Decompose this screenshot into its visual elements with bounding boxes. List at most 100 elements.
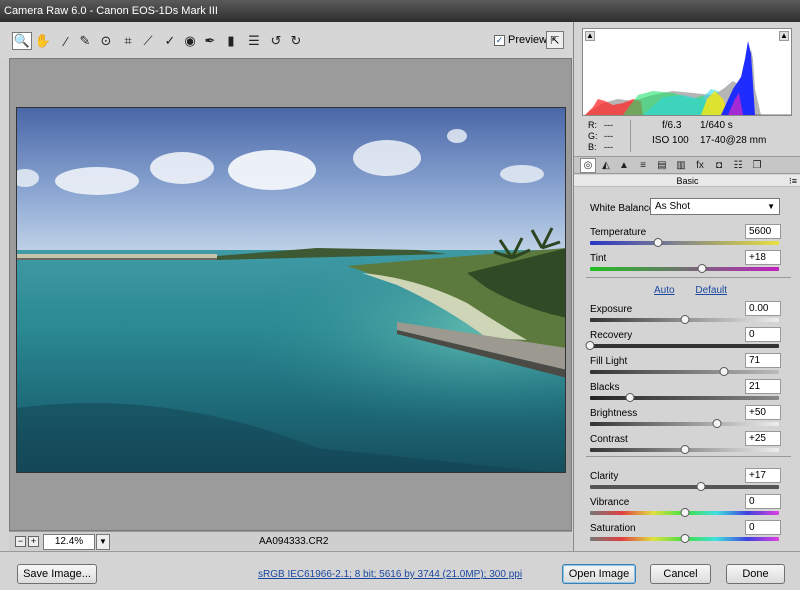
rotate-ccw-tool-icon[interactable]: ↺: [266, 32, 286, 50]
red-eye-tool-icon[interactable]: ◉: [180, 32, 200, 50]
recovery-slider-track[interactable]: [590, 344, 779, 348]
temperature-slider-thumb[interactable]: [653, 238, 663, 247]
white-balance-tool-icon[interactable]: ⁄: [56, 32, 76, 50]
white-balance-value: As Shot: [655, 201, 691, 212]
tint-value-field[interactable]: +18: [745, 250, 781, 265]
section-menu-icon[interactable]: ⁝≡: [789, 175, 797, 187]
blacks-slider-track[interactable]: [590, 396, 779, 400]
readout-divider: [630, 120, 631, 152]
histogram: ▲ ▲: [582, 28, 792, 116]
preferences-tool-icon[interactable]: ☰: [244, 32, 264, 50]
target-adjustment-tool-icon[interactable]: ⊙: [96, 32, 116, 50]
tab-camera-calibration-icon[interactable]: ◘: [711, 158, 727, 173]
section-header: Basic ⁝≡: [574, 175, 800, 187]
brightness-value-field[interactable]: +50: [745, 405, 781, 420]
contrast-value-field[interactable]: +25: [745, 431, 781, 446]
panel-tabs: ◎ ◭ ▲ ≡ ▤ ▥ fx ◘ ☷ ❐: [574, 156, 800, 174]
temperature-label: Temperature: [590, 227, 647, 238]
shadow-clipping-icon[interactable]: ▲: [585, 31, 595, 41]
clarity-value-field[interactable]: +17: [745, 468, 781, 483]
brightness-slider-track[interactable]: [590, 422, 779, 426]
adjustments-panel: ▲ ▲ R: --- G: --- B: --- f/6.3 1/640 s I…: [573, 22, 800, 551]
color-sampler-tool-icon[interactable]: ✎: [75, 32, 95, 50]
recovery-slider-thumb[interactable]: [585, 341, 595, 350]
section-divider: [586, 456, 791, 457]
vibrance-label: Vibrance: [590, 497, 630, 508]
workflow-options-link[interactable]: sRGB IEC61966-2.1; 8 bit; 5616 by 3744 (…: [258, 569, 522, 580]
zoom-level-field[interactable]: 12.4%: [43, 534, 95, 550]
zoom-tool-icon[interactable]: 🔍: [12, 32, 32, 50]
open-image-button[interactable]: Open Image: [562, 564, 636, 584]
rotate-cw-tool-icon[interactable]: ↻: [286, 32, 306, 50]
temperature-value-field[interactable]: 5600: [745, 224, 781, 239]
preview-toggle[interactable]: ✓ Preview: [494, 34, 547, 46]
photo-landscape: [17, 108, 565, 472]
file-name: AA094333.CR2: [259, 536, 329, 547]
preview-checkbox[interactable]: ✓: [494, 34, 505, 46]
tab-snapshots-icon[interactable]: ❐: [749, 158, 765, 173]
crop-tool-icon[interactable]: ⌗: [118, 32, 138, 50]
g-label: G:: [588, 131, 598, 141]
tab-basic-icon[interactable]: ◎: [580, 158, 596, 173]
contrast-slider-thumb[interactable]: [680, 445, 689, 454]
preview-label: Preview: [508, 34, 548, 46]
fill-light-slider-track[interactable]: [590, 370, 779, 374]
save-image-button[interactable]: Save Image...: [17, 564, 97, 584]
white-balance-label: White Balance:: [590, 203, 658, 214]
r-label: R:: [588, 120, 597, 130]
tab-lens-corrections-icon[interactable]: ▥: [673, 158, 689, 173]
contrast-label: Contrast: [590, 434, 628, 445]
done-button[interactable]: Done: [726, 564, 785, 584]
fill-light-slider-thumb[interactable]: [719, 367, 729, 376]
hand-tool-icon[interactable]: ✋: [33, 32, 53, 50]
section-title: Basic: [676, 176, 699, 186]
lens-value: 17-40@28 mm: [700, 135, 767, 146]
default-link[interactable]: Default: [695, 285, 727, 296]
tint-label: Tint: [590, 253, 607, 264]
vibrance-slider-thumb[interactable]: [680, 508, 689, 517]
tab-tone-curve-icon[interactable]: ◭: [598, 158, 614, 173]
b-value: ---: [604, 142, 613, 152]
tab-effects-icon[interactable]: fx: [692, 158, 708, 173]
tab-detail-icon[interactable]: ▲: [616, 158, 632, 173]
fullscreen-toggle-icon[interactable]: ⇱: [546, 31, 564, 49]
adjustment-brush-tool-icon[interactable]: ✒: [200, 32, 220, 50]
image-canvas[interactable]: [9, 58, 572, 531]
chevron-down-icon: ▼: [767, 202, 775, 211]
recovery-value-field[interactable]: 0: [745, 327, 781, 342]
brightness-slider-thumb[interactable]: [712, 419, 722, 428]
zoom-out-button[interactable]: −: [15, 536, 26, 547]
straighten-tool-icon[interactable]: ⟋: [138, 32, 158, 50]
tab-presets-icon[interactable]: ☷: [730, 158, 746, 173]
vibrance-value-field[interactable]: 0: [745, 494, 781, 509]
temperature-slider-track[interactable]: [590, 241, 779, 245]
tab-hsl-icon[interactable]: ≡: [635, 158, 651, 173]
footer-bar: Save Image... sRGB IEC61966-2.1; 8 bit; …: [0, 551, 800, 590]
clarity-slider-thumb[interactable]: [696, 482, 706, 491]
spot-removal-tool-icon[interactable]: ✓: [160, 32, 180, 50]
fill-light-value-field[interactable]: 71: [745, 353, 781, 368]
g-value: ---: [604, 131, 613, 141]
tab-split-toning-icon[interactable]: ▤: [654, 158, 670, 173]
cancel-button[interactable]: Cancel: [650, 564, 711, 584]
iso-value: ISO 100: [652, 135, 689, 146]
window-title: Camera Raw 6.0 - Canon EOS-1Ds Mark III: [0, 0, 800, 22]
exposure-slider-thumb[interactable]: [680, 315, 689, 324]
highlight-clipping-icon[interactable]: ▲: [779, 31, 789, 41]
zoom-dropdown-icon[interactable]: ▼: [96, 534, 110, 550]
saturation-value-field[interactable]: 0: [745, 520, 781, 535]
tint-slider-track[interactable]: [590, 267, 779, 271]
zoom-in-button[interactable]: +: [28, 536, 39, 547]
photo-preview[interactable]: [16, 107, 566, 473]
auto-link[interactable]: Auto: [654, 285, 675, 296]
tint-slider-thumb[interactable]: [697, 264, 706, 273]
blacks-value-field[interactable]: 21: [745, 379, 781, 394]
exposure-value-field[interactable]: 0.00: [745, 301, 781, 316]
saturation-slider-thumb[interactable]: [680, 534, 689, 543]
graduated-filter-tool-icon[interactable]: ▮: [221, 32, 241, 50]
toolbar: 🔍 ✋ ⁄ ✎ ⊙ ⌗ ⟋ ✓ ◉ ✒ ▮ ☰ ↺ ↻ ✓ Preview ⇱: [0, 22, 573, 58]
canvas-footer: − + 12.4% ▼ AA094333.CR2: [9, 531, 572, 551]
blacks-slider-thumb[interactable]: [625, 393, 635, 402]
white-balance-select[interactable]: As Shot ▼: [650, 198, 780, 215]
clarity-slider-track[interactable]: [590, 485, 779, 489]
